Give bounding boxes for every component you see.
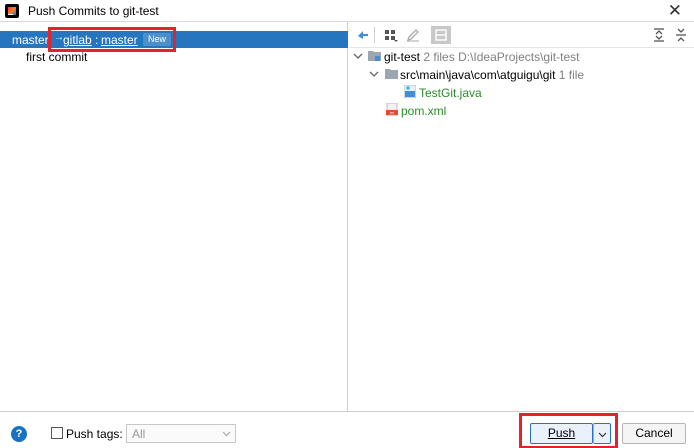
chevron-down-icon: [222, 431, 231, 437]
chevron-down-icon[interactable]: [353, 51, 363, 61]
push-tags-select[interactable]: All: [126, 424, 236, 443]
collapse-all-icon[interactable]: [673, 27, 689, 43]
expand-all-icon[interactable]: [651, 27, 667, 43]
pom-file-name: pom.xml: [401, 104, 447, 118]
tree-row-pom-file[interactable]: m pom.xml: [349, 102, 694, 119]
dialog-footer: ? Push tags: All Push Cancel: [0, 411, 694, 448]
commit-item[interactable]: first commit: [26, 50, 87, 64]
close-icon[interactable]: ✕: [668, 1, 682, 21]
tree-row-java-file[interactable]: TestGit.java: [349, 84, 694, 101]
help-icon[interactable]: ?: [11, 426, 27, 442]
root-count: 2 files: [423, 50, 455, 64]
cancel-button[interactable]: Cancel: [622, 423, 686, 444]
tree-row-folder[interactable]: src\main\java\com\atguigu\git 1 file: [349, 66, 694, 83]
tree-row-root[interactable]: git-test 2 files D:\IdeaProjects\git-tes…: [349, 48, 694, 65]
folder-icon: [385, 69, 398, 79]
push-button[interactable]: Push: [530, 423, 593, 444]
push-tags-label[interactable]: Push tags:: [66, 427, 123, 441]
tags-select-value: All: [132, 427, 146, 441]
intellij-app-icon: [5, 4, 19, 18]
toolbar-separator: [374, 27, 375, 43]
push-tags-checkbox[interactable]: [51, 427, 63, 439]
java-file-icon: [404, 85, 416, 98]
module-folder-icon: [368, 51, 381, 61]
chevron-down-icon[interactable]: [369, 69, 379, 79]
local-branch: master: [12, 33, 49, 47]
java-file-name: TestGit.java: [419, 86, 482, 100]
diff-icon[interactable]: [431, 26, 451, 44]
changes-toolbar: [349, 22, 694, 48]
push-button-label: Push: [547, 426, 576, 440]
root-path: D:\IdeaProjects\git-test: [458, 50, 580, 64]
edit-icon[interactable]: [405, 27, 421, 43]
folder-count: 1 file: [558, 68, 585, 82]
group-by-icon[interactable]: [383, 27, 399, 43]
root-name: git-test: [384, 50, 421, 64]
maven-file-icon: m: [386, 103, 398, 116]
commits-pane: master → gitlab : master New first commi…: [0, 22, 348, 411]
title-bar: Push Commits to git-test ✕: [0, 0, 694, 22]
svg-text:m: m: [390, 110, 394, 115]
changes-pane: git-test 2 files D:\IdeaProjects\git-tes…: [349, 22, 694, 411]
pin-icon[interactable]: [355, 27, 371, 43]
folder-name: src\main\java\com\atguigu\git: [400, 68, 556, 82]
push-options-dropdown[interactable]: [593, 423, 611, 444]
annotation-highlight-remote: [48, 27, 176, 52]
chevron-down-icon: [598, 432, 607, 438]
window-title: Push Commits to git-test: [28, 4, 159, 18]
